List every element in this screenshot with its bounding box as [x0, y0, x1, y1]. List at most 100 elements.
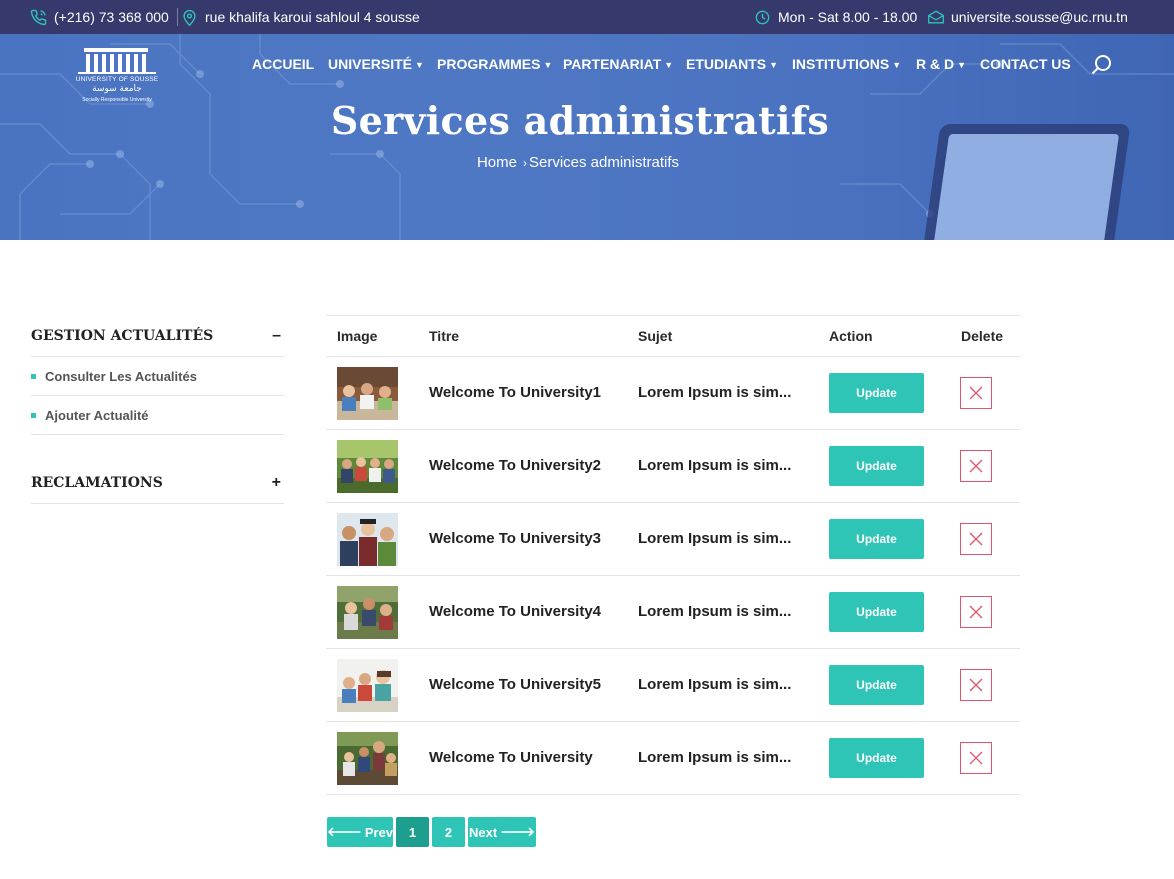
phone-contact[interactable]: (+216) 73 368 000 — [30, 0, 169, 34]
nav-label: INSTITUTIONS — [792, 56, 890, 72]
close-icon — [969, 386, 983, 400]
table-row: Welcome To University1 Lorem Ipsum is si… — [326, 357, 1020, 430]
email-contact[interactable]: universite.sousse@uc.rnu.tn — [928, 0, 1128, 34]
column-header-subject: Sujet — [638, 328, 673, 344]
table-row: Welcome To University4 Lorem Ipsum is si… — [326, 576, 1020, 649]
nav-label: ETUDIANTS — [686, 56, 767, 72]
close-icon — [969, 751, 983, 765]
prev-label: Prev — [364, 824, 394, 840]
sidebar-section-title: RECLAMATIONS — [31, 474, 163, 491]
update-button[interactable]: Update — [829, 373, 924, 413]
next-label: Next — [468, 824, 498, 840]
news-thumbnail — [337, 659, 398, 712]
news-subject: Lorem Ipsum is sim... — [638, 530, 792, 547]
column-header-image: Image — [337, 328, 378, 344]
clock-icon — [755, 10, 770, 25]
breadcrumb-home[interactable]: Home — [477, 154, 517, 171]
news-thumbnail — [337, 367, 398, 420]
news-thumbnail — [337, 513, 398, 566]
phone-number: (+216) 73 368 000 — [54, 9, 169, 25]
next-page-button[interactable]: Next 🡒 — [468, 817, 536, 847]
sidebar-item-label: Ajouter Actualité — [45, 407, 149, 423]
nav-item-universite[interactable]: UNIVERSITÉ ▼ — [328, 56, 424, 72]
phone-icon — [30, 9, 47, 26]
sidebar-item-consulter-actualites[interactable]: Consulter Les Actualités — [31, 357, 284, 396]
table-row: Welcome To University5 Lorem Ipsum is si… — [326, 649, 1020, 722]
nav-label: CONTACT US — [980, 56, 1071, 72]
address-text: rue khalifa karoui sahloul 4 sousse — [205, 9, 420, 25]
update-button[interactable]: Update — [829, 446, 924, 486]
expand-icon[interactable]: + — [272, 474, 284, 492]
chevron-right-icon: › — [522, 156, 527, 170]
news-title: Welcome To University2 — [429, 457, 602, 474]
close-icon — [969, 678, 983, 692]
email-text: universite.sousse@uc.rnu.tn — [951, 9, 1128, 25]
logo-arabic-name: جامعة سوسة — [92, 84, 142, 94]
nav-item-institutions[interactable]: INSTITUTIONS ▼ — [792, 56, 901, 72]
nav-label: PARTENARIAT — [563, 56, 662, 72]
nav-item-partenariat[interactable]: PARTENARIAT ▼ — [563, 56, 673, 72]
nav-item-r-and-d[interactable]: R & D ▼ — [916, 56, 966, 72]
main-navigation: ACCUEIL UNIVERSITÉ ▼ PROGRAMMES ▼ PARTEN… — [0, 54, 1174, 81]
chevron-down-icon: ▼ — [769, 60, 779, 70]
chevron-down-icon: ▼ — [957, 60, 967, 70]
delete-button[interactable] — [960, 523, 992, 555]
table-row: Welcome To University3 Lorem Ipsum is si… — [326, 503, 1020, 576]
bullet-icon — [31, 412, 36, 418]
arrow-left-icon: 🡐 — [326, 824, 362, 839]
delete-button[interactable] — [960, 742, 992, 774]
nav-item-etudiants[interactable]: ETUDIANTS ▼ — [686, 56, 778, 72]
update-button[interactable]: Update — [829, 519, 924, 559]
news-title: Welcome To University5 — [429, 676, 602, 693]
column-header-delete: Delete — [961, 328, 1004, 344]
opening-hours: Mon - Sat 8.00 - 18.00 — [755, 0, 917, 34]
top-info-bar: (+216) 73 368 000 rue khalifa karoui sah… — [0, 0, 1174, 34]
arrow-right-icon: 🡒 — [500, 824, 536, 839]
chevron-down-icon: ▼ — [543, 60, 553, 70]
page-2-button[interactable]: 2 — [432, 817, 465, 847]
news-thumbnail — [337, 440, 398, 493]
collapse-icon[interactable]: – — [272, 327, 284, 345]
nav-label: UNIVERSITÉ — [328, 56, 413, 72]
news-subject: Lorem Ipsum is sim... — [638, 603, 792, 620]
page-header-banner: UNIVERSITY OF SOUSSE جامعة سوسة Socially… — [0, 34, 1174, 240]
delete-button[interactable] — [960, 377, 992, 409]
page-1-button[interactable]: 1 — [396, 817, 429, 847]
table-row: Welcome To University2 Lorem Ipsum is si… — [326, 430, 1020, 503]
sidebar-item-ajouter-actualite[interactable]: Ajouter Actualité — [31, 396, 284, 435]
table-header: Image Titre Sujet Action Delete — [326, 315, 1020, 357]
update-button[interactable]: Update — [829, 738, 924, 778]
address-contact: rue khalifa karoui sahloul 4 sousse — [183, 0, 420, 34]
update-button[interactable]: Update — [829, 665, 924, 705]
news-subject: Lorem Ipsum is sim... — [638, 749, 792, 766]
news-title: Welcome To University — [429, 749, 593, 766]
nav-item-programmes[interactable]: PROGRAMMES ▼ — [437, 56, 552, 72]
delete-button[interactable] — [960, 669, 992, 701]
breadcrumb-current: Services administratifs — [528, 154, 680, 171]
delete-button[interactable] — [960, 596, 992, 628]
chevron-down-icon: ▼ — [415, 60, 424, 70]
update-button[interactable]: Update — [829, 592, 924, 632]
news-title: Welcome To University4 — [429, 603, 602, 620]
prev-page-button[interactable]: 🡐 Prev — [327, 817, 393, 847]
column-header-title: Titre — [429, 328, 460, 344]
news-title: Welcome To University3 — [429, 530, 602, 547]
nav-item-contact-us[interactable]: CONTACT US — [980, 56, 1071, 72]
page-title: Services administratifs — [330, 98, 830, 143]
nav-item-accueil[interactable]: ACCUEIL — [252, 56, 314, 72]
news-thumbnail — [337, 732, 398, 785]
hours-text: Mon - Sat 8.00 - 18.00 — [778, 9, 918, 25]
location-pin-icon — [183, 9, 196, 26]
chevron-down-icon: ▼ — [664, 60, 674, 70]
sidebar-section-title: GESTION ACTUALITÉS — [31, 327, 214, 344]
sidebar-section-reclamations[interactable]: RECLAMATIONS + — [31, 462, 284, 504]
search-icon[interactable] — [1091, 54, 1113, 81]
bullet-icon — [31, 373, 36, 379]
breadcrumb: Home › Services administratifs — [0, 154, 1156, 171]
table-row: Welcome To University Lorem Ipsum is sim… — [326, 722, 1020, 795]
news-title: Welcome To University1 — [429, 384, 602, 401]
sidebar-section-gestion-actualites[interactable]: GESTION ACTUALITÉS – — [31, 315, 284, 357]
news-table: Image Titre Sujet Action Delete Welcome … — [326, 315, 1020, 795]
delete-button[interactable] — [960, 450, 992, 482]
pagination: 🡐 Prev 1 2 Next 🡒 — [327, 817, 536, 847]
